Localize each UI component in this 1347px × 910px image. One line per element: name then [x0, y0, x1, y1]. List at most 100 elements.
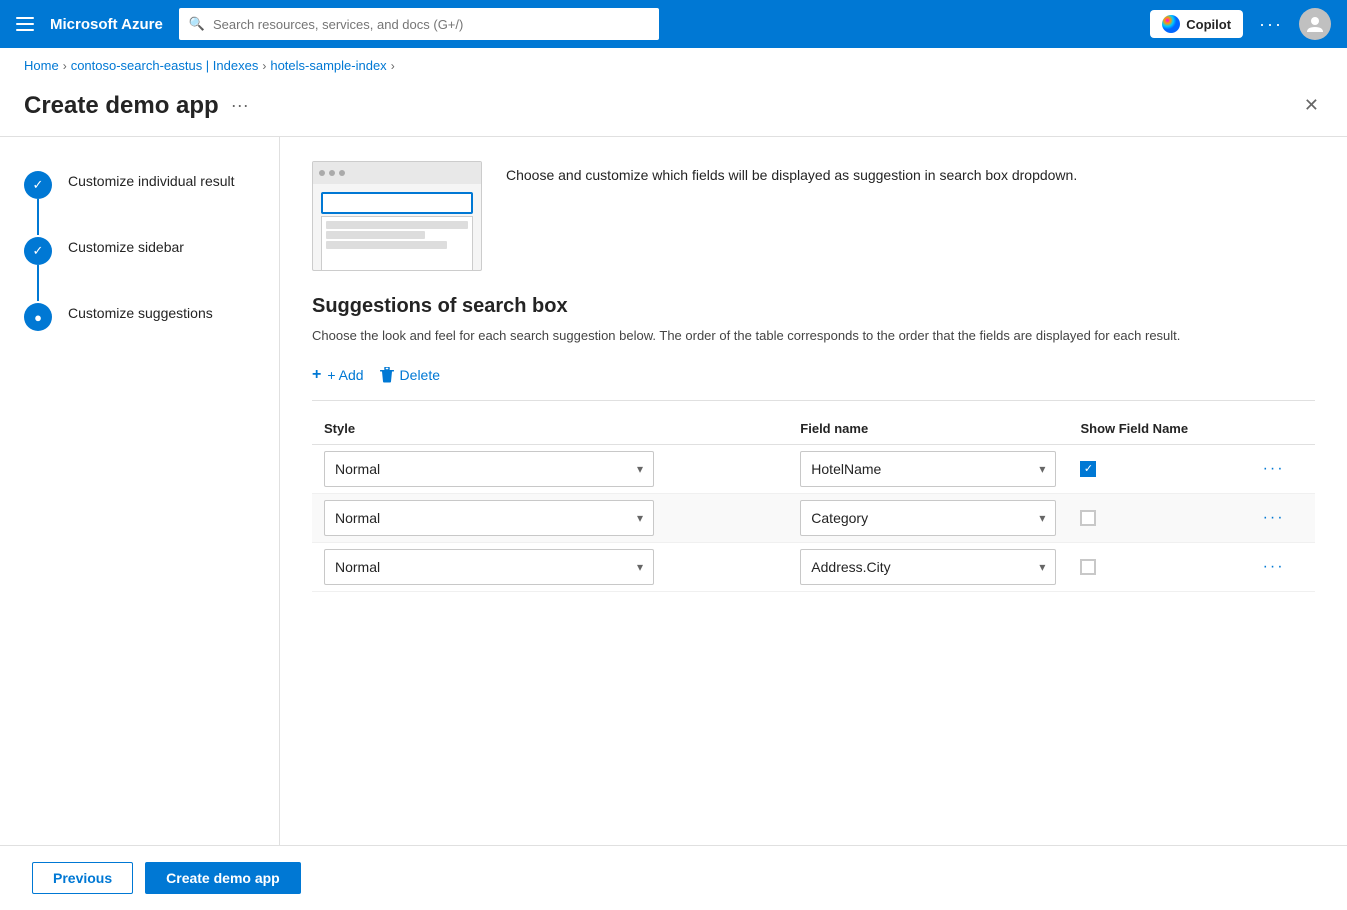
wizard-connector-2	[37, 265, 39, 301]
row-actions-1[interactable]: ···	[1263, 460, 1285, 477]
style-value-2: Normal	[335, 510, 380, 526]
step-2-label: Customize sidebar	[68, 235, 184, 255]
mockup-row-2	[326, 231, 425, 239]
suggestions-table: Style Field name Show Field Name Normal …	[312, 413, 1315, 592]
delete-icon	[380, 367, 394, 383]
style-cell-1: Normal ▾	[312, 444, 788, 493]
step-3-icon: ●	[24, 303, 52, 331]
show-checkbox-container-3	[1080, 559, 1238, 575]
style-chevron-1: ▾	[637, 462, 643, 476]
field-chevron-2: ▾	[1039, 511, 1045, 525]
show-checkbox-2[interactable]	[1080, 510, 1096, 526]
previous-button[interactable]: Previous	[32, 862, 133, 894]
row-actions-3[interactable]: ···	[1263, 558, 1285, 575]
add-icon: +	[312, 366, 321, 384]
preview-description: Choose and customize which fields will b…	[506, 161, 1077, 186]
field-dropdown-3[interactable]: Address.City ▾	[800, 549, 1056, 585]
mockup-titlebar	[313, 162, 481, 184]
table-row: Normal ▾ Address.City ▾	[312, 542, 1315, 591]
style-dropdown-2[interactable]: Normal ▾	[324, 500, 654, 536]
field-dropdown-2[interactable]: Category ▾	[800, 500, 1056, 536]
copilot-label: Copilot	[1186, 17, 1231, 32]
style-cell-2: Normal ▾	[312, 493, 788, 542]
hamburger-menu[interactable]	[16, 17, 34, 31]
field-value-1: HotelName	[811, 461, 881, 477]
section-desc: Choose the look and feel for each search…	[312, 326, 1315, 346]
style-value-1: Normal	[335, 461, 380, 477]
brand-name: Microsoft Azure	[50, 16, 163, 33]
field-chevron-1: ▾	[1039, 462, 1045, 476]
step-2-icon: ✓	[24, 237, 52, 265]
mockup-row-3	[326, 241, 447, 249]
mockup-row-1	[326, 221, 468, 229]
table-row: Normal ▾ Category ▾	[312, 493, 1315, 542]
breadcrumb-indexes[interactable]: contoso-search-eastus | Indexes	[71, 58, 259, 73]
style-value-3: Normal	[335, 559, 380, 575]
delete-button[interactable]: Delete	[380, 363, 440, 387]
style-dropdown-1[interactable]: Normal ▾	[324, 451, 654, 487]
wizard-step-1[interactable]: ✓ Customize individual result	[24, 169, 255, 199]
wizard-step-3[interactable]: ● Customize suggestions	[24, 301, 255, 331]
breadcrumb-sep-1: ›	[63, 59, 67, 73]
mockup-dot-1	[319, 170, 325, 176]
show-checkbox-1[interactable]: ✓	[1080, 461, 1096, 477]
add-label: + Add	[327, 367, 363, 383]
style-chevron-2: ▾	[637, 511, 643, 525]
user-avatar[interactable]	[1299, 8, 1331, 40]
table-toolbar: + + Add Delete	[312, 362, 1315, 401]
wizard-footer: Previous Create demo app	[0, 845, 1347, 910]
row-actions-2[interactable]: ···	[1263, 509, 1285, 526]
breadcrumb: Home › contoso-search-eastus | Indexes ›…	[0, 48, 1347, 83]
field-dropdown-1[interactable]: HotelName ▾	[800, 451, 1056, 487]
header-style: Style	[312, 413, 788, 445]
header-actions	[1251, 413, 1315, 445]
field-cell-1: HotelName ▾	[788, 444, 1068, 493]
breadcrumb-home[interactable]: Home	[24, 58, 59, 73]
field-value-3: Address.City	[811, 559, 890, 575]
global-search-box[interactable]: 🔍	[179, 8, 659, 40]
style-chevron-3: ▾	[637, 560, 643, 574]
wizard-step-2[interactable]: ✓ Customize sidebar	[24, 235, 255, 265]
show-cell-1: ✓	[1068, 444, 1250, 493]
step-3-label: Customize suggestions	[68, 301, 213, 321]
breadcrumb-sep-3: ›	[391, 59, 395, 73]
search-input[interactable]	[213, 17, 649, 32]
show-cell-2	[1068, 493, 1250, 542]
action-cell-3: ···	[1251, 542, 1315, 591]
delete-label: Delete	[400, 367, 440, 383]
style-dropdown-3[interactable]: Normal ▾	[324, 549, 654, 585]
show-cell-3	[1068, 542, 1250, 591]
table-row: Normal ▾ HotelName ▾ ✓	[312, 444, 1315, 493]
header-field: Field name	[788, 413, 1068, 445]
mockup-dot-2	[329, 170, 335, 176]
wizard-sidebar: ✓ Customize individual result ✓ Customiz…	[0, 137, 280, 845]
header-show-field: Show Field Name	[1068, 413, 1250, 445]
wizard-connector-1	[37, 199, 39, 235]
style-cell-3: Normal ▾	[312, 542, 788, 591]
field-cell-2: Category ▾	[788, 493, 1068, 542]
field-value-2: Category	[811, 510, 868, 526]
main-content: ✓ Customize individual result ✓ Customiz…	[0, 137, 1347, 845]
section-title: Suggestions of search box	[312, 295, 1315, 318]
show-checkbox-container-1: ✓	[1080, 461, 1238, 477]
create-demo-app-button[interactable]: Create demo app	[145, 862, 301, 894]
action-cell-1: ···	[1251, 444, 1315, 493]
preview-row: Choose and customize which fields will b…	[312, 161, 1315, 271]
add-button[interactable]: + + Add	[312, 362, 364, 388]
page-title: Create demo app	[24, 92, 219, 120]
show-checkbox-container-2	[1080, 510, 1238, 526]
page-title-more[interactable]: ···	[231, 95, 249, 116]
topbar-more-button[interactable]: ···	[1259, 14, 1283, 35]
close-button[interactable]: ✕	[1300, 91, 1323, 120]
field-cell-3: Address.City ▾	[788, 542, 1068, 591]
copilot-button[interactable]: Copilot	[1150, 10, 1243, 38]
show-checkbox-3[interactable]	[1080, 559, 1096, 575]
topbar: Microsoft Azure 🔍 Copilot ···	[0, 0, 1347, 48]
page-header: Create demo app ··· ✕	[0, 83, 1347, 137]
search-icon: 🔍	[189, 16, 205, 32]
mockup-dropdown	[321, 216, 473, 271]
step-1-icon: ✓	[24, 171, 52, 199]
action-cell-2: ···	[1251, 493, 1315, 542]
breadcrumb-index[interactable]: hotels-sample-index	[270, 58, 386, 73]
preview-mockup	[312, 161, 482, 271]
